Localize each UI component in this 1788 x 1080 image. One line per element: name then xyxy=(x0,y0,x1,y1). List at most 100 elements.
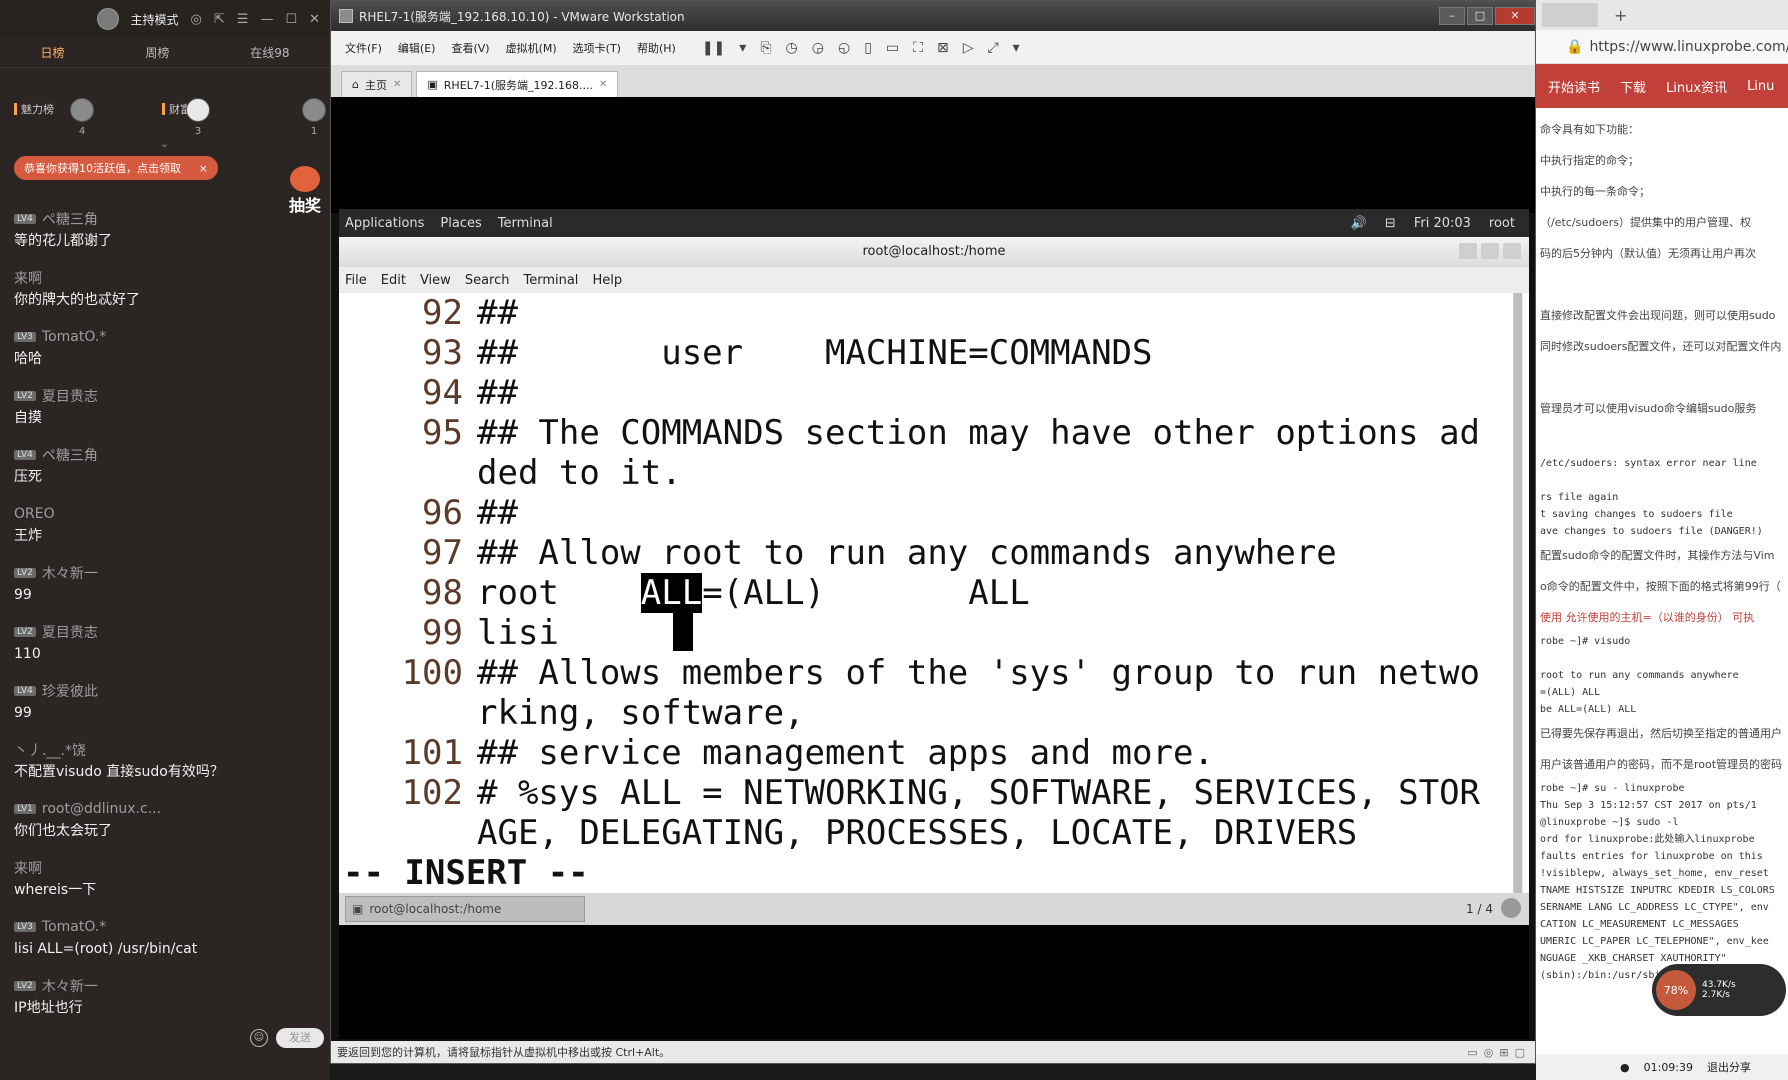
tab-online[interactable]: 在线98 xyxy=(250,44,289,61)
top-user[interactable]: 4 xyxy=(70,98,94,137)
chat-user[interactable]: LV2 夏目贵志 xyxy=(14,621,316,643)
snapshot-manager-icon[interactable]: ◵ xyxy=(838,40,850,56)
chat-user[interactable]: 来啊 xyxy=(14,857,316,879)
chat-username[interactable]: 夏目贵志 xyxy=(42,386,98,406)
top-user[interactable]: 3 xyxy=(186,98,210,137)
chat-username[interactable]: 来啊 xyxy=(14,268,42,288)
cd-icon[interactable]: ◎ xyxy=(1484,1046,1494,1059)
maximize-icon[interactable]: □ xyxy=(1467,7,1493,25)
sidebar-icon[interactable]: ▯ xyxy=(864,40,872,56)
tab-vm[interactable]: ▣ RHEL7-1(服务端_192.168.... ✕ xyxy=(416,71,619,97)
top-user[interactable]: 1 xyxy=(302,98,326,137)
chat-username[interactable]: TomatO.* xyxy=(42,919,106,935)
chat-username[interactable]: 来啊 xyxy=(14,858,42,878)
share-icon[interactable]: ⇱ xyxy=(214,12,225,27)
menu-edit[interactable]: 编辑(E) xyxy=(398,40,436,56)
terminal-scrollbar[interactable] xyxy=(1513,293,1523,893)
chat-user[interactable]: LV4 珍爱彼此 xyxy=(14,680,316,702)
close-icon[interactable]: ✕ xyxy=(1495,7,1535,25)
network-icon[interactable]: ⊟ xyxy=(1385,216,1396,231)
notification-icon[interactable] xyxy=(1501,898,1521,918)
menu-file[interactable]: File xyxy=(345,273,367,288)
menu-help[interactable]: Help xyxy=(592,273,622,288)
chat-user[interactable]: LV3 TomatO.* xyxy=(14,916,316,938)
network-monitor[interactable]: 78% 43.7K/s 2.7K/s xyxy=(1652,964,1786,1016)
close-icon[interactable]: ✕ xyxy=(309,12,320,27)
console-icon[interactable]: ▷ xyxy=(963,40,974,56)
chat-user[interactable]: LV4 ペ糖三角 xyxy=(14,444,316,466)
minimize-icon[interactable]: — xyxy=(260,12,273,27)
minimize-icon[interactable] xyxy=(1459,243,1477,259)
hdd-icon[interactable]: ▭ xyxy=(1467,1046,1477,1059)
menu-edit[interactable]: Edit xyxy=(381,273,406,288)
thumbnail-icon[interactable]: ▭ xyxy=(886,40,899,56)
address-bar[interactable]: 🔒 https://www.linuxprobe.com/ xyxy=(1536,30,1788,64)
places-menu[interactable]: Places xyxy=(440,216,481,231)
menu-tabs[interactable]: 选项卡(T) xyxy=(573,40,621,56)
maximize-icon[interactable] xyxy=(1481,243,1499,259)
chat-user[interactable]: 丶丿.__.*饶 xyxy=(14,739,316,761)
network-adapter-icon[interactable]: ⊞ xyxy=(1499,1046,1508,1059)
charm-board-label[interactable]: 魅力榜 xyxy=(14,74,54,144)
chevron-down-icon[interactable]: ▾ xyxy=(1013,40,1020,56)
chat-user[interactable]: LV4 ペ糖三角 xyxy=(14,208,316,230)
clock[interactable]: Fri 20:03 xyxy=(1414,216,1471,231)
close-icon[interactable]: ✕ xyxy=(599,79,607,90)
chat-username[interactable]: ペ糖三角 xyxy=(42,209,98,229)
nav-linux[interactable]: Linu xyxy=(1747,79,1774,94)
tab-daily[interactable]: 日榜 xyxy=(40,44,64,61)
chat-username[interactable]: 木々新一 xyxy=(42,563,98,583)
tab-home[interactable]: ⌂ 主页 ✕ xyxy=(341,71,413,97)
chat-username[interactable]: 夏目贵志 xyxy=(42,622,98,642)
host-mode-label[interactable]: 主持模式 xyxy=(131,11,179,28)
reward-notice[interactable]: 恭喜你获得10活跃值，点击领取 × xyxy=(14,156,218,180)
chat-username[interactable]: ペ糖三角 xyxy=(42,445,98,465)
menu-search[interactable]: Search xyxy=(465,273,510,288)
snapshot-icon[interactable]: ◷ xyxy=(786,40,798,56)
exit-share-button[interactable]: 退出分享 xyxy=(1707,1059,1751,1075)
chat-user[interactable]: LV2 木々新一 xyxy=(14,975,316,997)
menu-help[interactable]: 帮助(H) xyxy=(637,40,676,56)
menu-icon[interactable]: ☰ xyxy=(237,12,249,27)
menu-view[interactable]: 查看(V) xyxy=(451,40,489,56)
nav-download[interactable]: 下载 xyxy=(1620,77,1646,96)
chat-user[interactable]: OREO xyxy=(14,503,316,525)
pause-icon[interactable]: ❚❚ xyxy=(702,40,725,56)
applications-menu[interactable]: Applications xyxy=(345,216,424,231)
chat-username[interactable]: OREO xyxy=(14,506,55,522)
fullscreen-icon[interactable]: ⛶ xyxy=(913,40,923,56)
stretch-icon[interactable]: ⤢ xyxy=(987,40,998,56)
menu-terminal[interactable]: Terminal xyxy=(523,273,578,288)
usb-icon[interactable]: ▢ xyxy=(1515,1046,1525,1059)
nav-news[interactable]: Linux资讯 xyxy=(1666,77,1727,96)
chevron-down-icon[interactable]: ⌄ xyxy=(160,137,169,150)
scrollbar-thumb[interactable] xyxy=(1514,293,1522,893)
revert-snapshot-icon[interactable]: ◶ xyxy=(812,40,824,56)
lottery-button[interactable]: 抽奖 xyxy=(284,166,326,215)
user-menu[interactable]: root xyxy=(1489,216,1515,231)
close-icon[interactable] xyxy=(1503,243,1521,259)
minimize-icon[interactable]: – xyxy=(1439,7,1465,25)
host-avatar[interactable] xyxy=(96,8,119,30)
terminal-screen[interactable]: -- INSERT -- 92 ## 93 ## user MACHINE=COMMA… xyxy=(339,293,1513,893)
target-icon[interactable]: ◎ xyxy=(191,12,202,27)
taskbar-terminal-item[interactable]: ▣ root@localhost:/home xyxy=(345,896,585,922)
vm-screen-top[interactable] xyxy=(331,97,1535,213)
new-tab-icon[interactable]: + xyxy=(1614,6,1627,25)
chat-username[interactable]: 珍爱彼此 xyxy=(42,681,98,701)
send-keys-icon[interactable]: ⎘ xyxy=(760,40,771,56)
chat-user[interactable]: LV3 TomatO.* xyxy=(14,326,316,348)
chat-username[interactable]: 木々新一 xyxy=(42,976,98,996)
chat-user[interactable]: LV1 root@ddlinux.c... xyxy=(14,798,316,820)
terminal-app-label[interactable]: Terminal xyxy=(498,216,553,231)
volume-icon[interactable]: 🔊 xyxy=(1351,216,1367,231)
browser-tab[interactable] xyxy=(1542,3,1598,27)
emoji-icon[interactable]: ☺ xyxy=(250,1029,268,1047)
chat-username[interactable]: root@ddlinux.c... xyxy=(42,801,161,817)
url-text[interactable]: https://www.linuxprobe.com/ xyxy=(1589,39,1788,55)
chevron-down-icon[interactable]: ▾ xyxy=(739,40,746,56)
chat-username[interactable]: 丶丿.__.*饶 xyxy=(14,740,86,760)
nav-read[interactable]: 开始读书 xyxy=(1548,77,1600,96)
close-icon[interactable]: × xyxy=(199,162,208,175)
close-icon[interactable]: ✕ xyxy=(393,79,401,90)
